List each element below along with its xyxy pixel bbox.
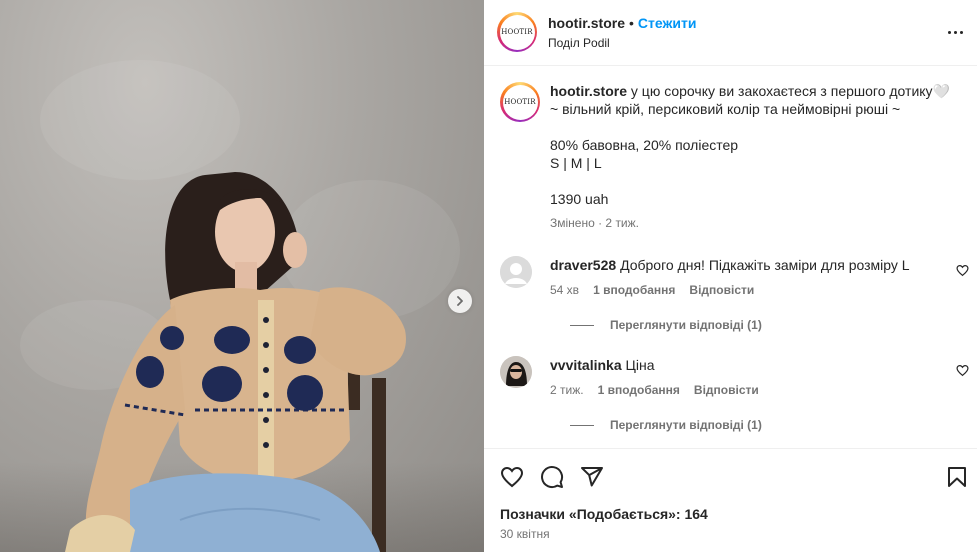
comment-text: Ціна bbox=[625, 357, 655, 373]
bookmark-icon[interactable] bbox=[945, 465, 969, 489]
caption-line: у цю сорочку ви закохаєтеся з першого до… bbox=[630, 83, 950, 99]
caption-username[interactable]: hootir.store bbox=[550, 83, 627, 99]
caption-line: S | M | L bbox=[550, 155, 602, 171]
avatar[interactable] bbox=[500, 256, 532, 288]
comment-username[interactable]: vvvitalinka bbox=[550, 357, 622, 373]
heart-icon[interactable] bbox=[956, 264, 969, 277]
caption: HOOTIR hootir.store у цю сорочку ви зако… bbox=[500, 82, 970, 232]
separator-dot: • bbox=[629, 15, 634, 31]
header-username[interactable]: hootir.store bbox=[548, 15, 625, 31]
model-illustration bbox=[65, 172, 406, 552]
reply-button[interactable]: Відповісти bbox=[689, 283, 754, 297]
next-photo-button[interactable] bbox=[448, 289, 472, 313]
location-link[interactable]: Поділ Podil bbox=[548, 36, 610, 50]
view-replies-button[interactable]: Переглянути відповіді (1) bbox=[570, 318, 762, 332]
caption-text: hootir.store у цю сорочку ви закохаєтеся… bbox=[550, 82, 955, 232]
comment-body: vvvitalinka Ціна bbox=[550, 356, 940, 374]
comment-text: Доброго дня! Підкажіть заміри для розмір… bbox=[620, 257, 910, 273]
comment-body: draver528 Доброго дня! Підкажіть заміри … bbox=[550, 256, 940, 274]
caption-line: 1390 uah bbox=[550, 191, 609, 207]
heart-icon[interactable] bbox=[956, 364, 969, 377]
comment-time[interactable]: 2 тиж. bbox=[550, 383, 584, 397]
follow-button[interactable]: Стежити bbox=[638, 15, 697, 31]
view-replies-button[interactable]: Переглянути відповіді (1) bbox=[570, 418, 762, 432]
store-logo: HOOTIR bbox=[504, 98, 536, 106]
user-photo-avatar bbox=[500, 356, 532, 388]
post-detail-panel: HOOTIR hootir.store • Стежити Поділ Podil … bbox=[484, 0, 977, 552]
avatar[interactable] bbox=[500, 356, 532, 388]
comment: draver528 Доброго дня! Підкажіть заміри … bbox=[500, 256, 970, 336]
comment-time[interactable]: 54 хв bbox=[550, 283, 579, 297]
avatar[interactable]: HOOTIR bbox=[497, 12, 537, 52]
caption-meta: Змінено · 2 тиж. bbox=[550, 216, 639, 230]
post-header: HOOTIR hootir.store • Стежити Поділ Podil bbox=[484, 0, 977, 66]
comment-username[interactable]: draver528 bbox=[550, 257, 616, 273]
more-options-button[interactable] bbox=[945, 22, 965, 42]
comment-likes[interactable]: 1 вподобання bbox=[598, 383, 680, 397]
default-avatar-icon bbox=[500, 256, 532, 288]
comment-icon[interactable] bbox=[540, 465, 564, 489]
post-actions: Позначки «Подобається»: 164 30 квітня bbox=[484, 448, 977, 552]
post-photo[interactable] bbox=[0, 0, 484, 552]
heart-icon[interactable] bbox=[500, 465, 524, 489]
comment-likes[interactable]: 1 вподобання bbox=[593, 283, 675, 297]
caption-line: 80% бавовна, 20% поліестер bbox=[550, 137, 739, 153]
likes-count[interactable]: Позначки «Подобається»: 164 bbox=[500, 506, 708, 522]
comment-meta: 54 хв 1 вподобання Відповісти bbox=[550, 283, 768, 297]
more-options-icon bbox=[947, 30, 951, 34]
caption-avatar[interactable]: HOOTIR bbox=[500, 82, 540, 122]
comment-meta: 2 тиж. 1 вподобання Відповісти bbox=[550, 383, 773, 397]
post-date[interactable]: 30 квітня bbox=[500, 527, 550, 541]
caption-line: ~ вільний крій, персиковий колір та нейм… bbox=[550, 101, 901, 117]
reply-button[interactable]: Відповісти bbox=[694, 383, 759, 397]
store-logo: HOOTIR bbox=[501, 28, 533, 36]
chevron-right-icon bbox=[457, 296, 463, 306]
share-icon[interactable] bbox=[580, 465, 604, 489]
comment: vvvitalinka Ціна 2 тиж. 1 вподобання Відпо… bbox=[500, 356, 970, 436]
